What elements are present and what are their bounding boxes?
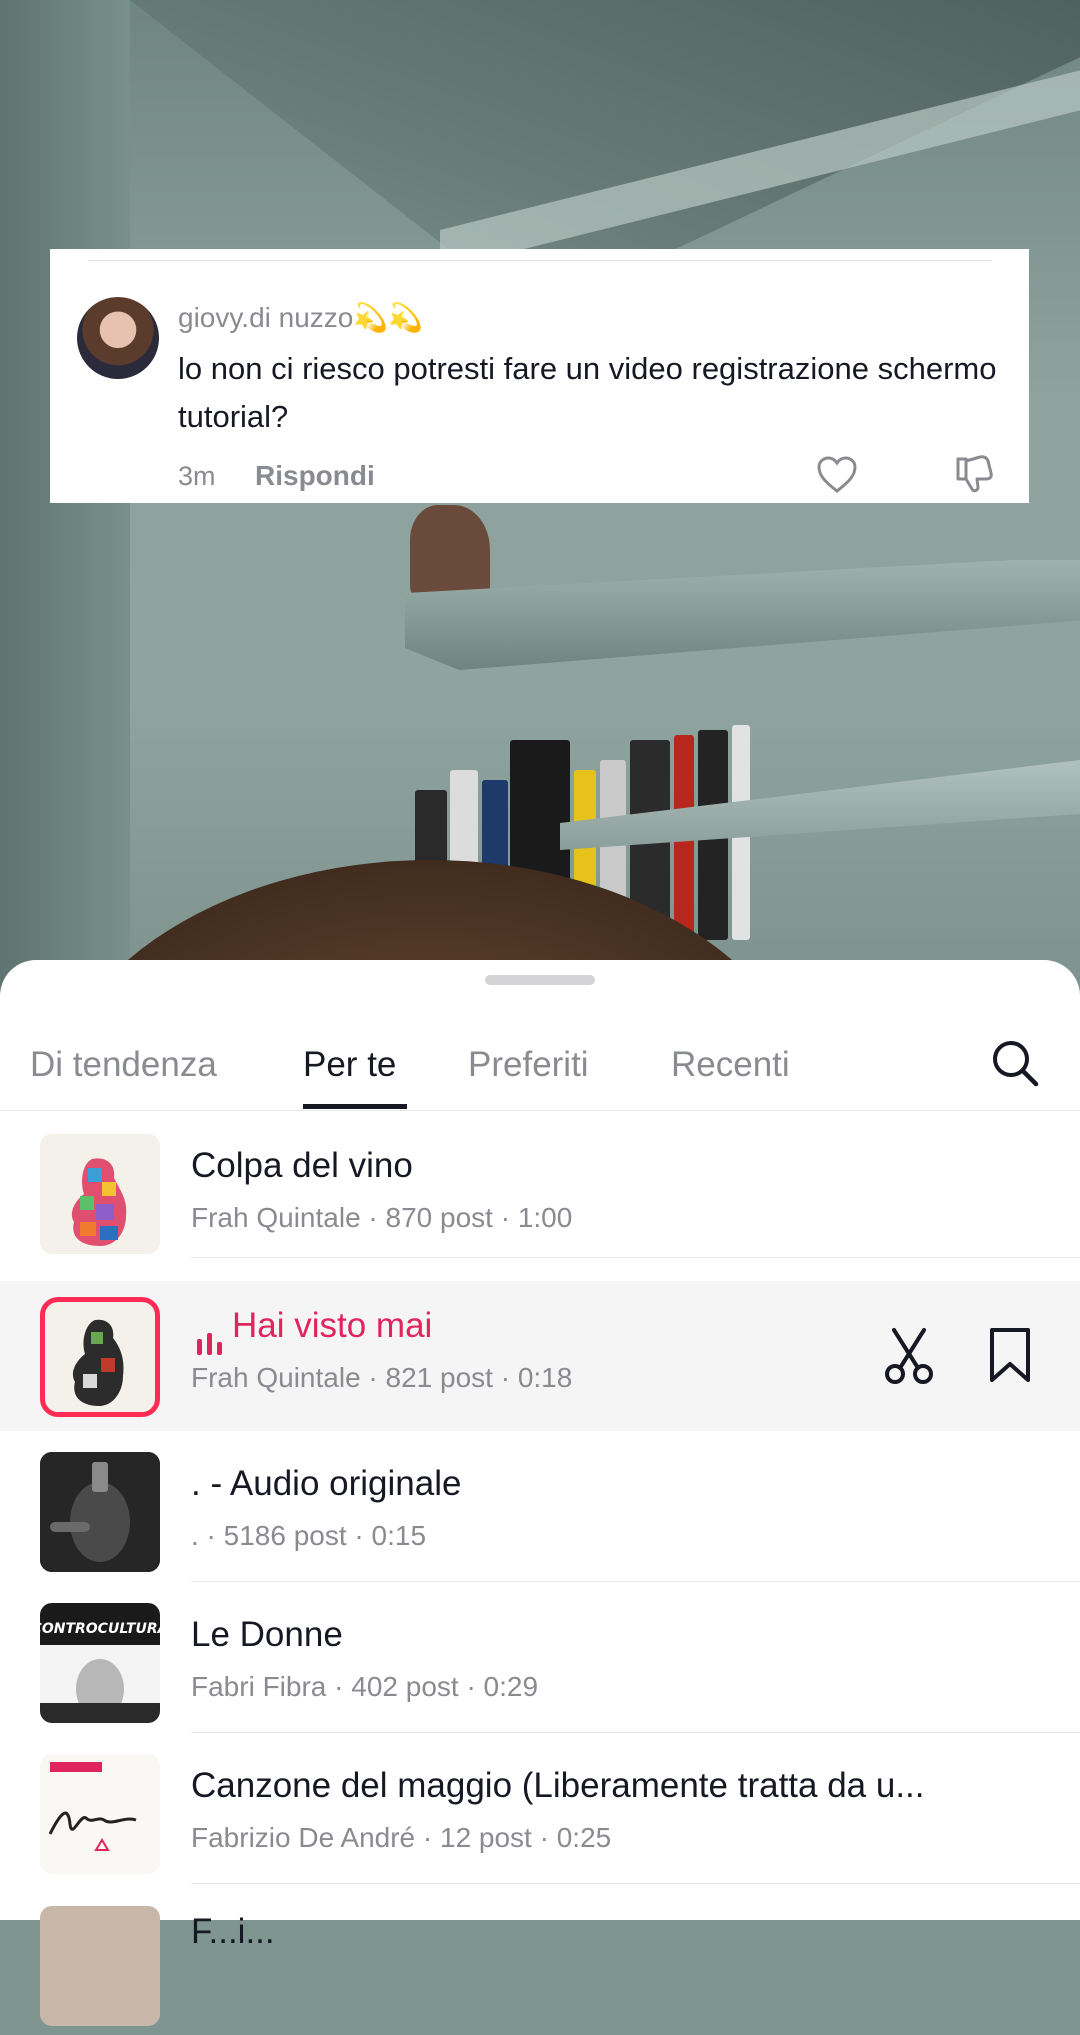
song-meta: Frah Quintale · 870 post · 1:00 bbox=[191, 1202, 573, 1233]
song-title: Colpa del vino bbox=[191, 1146, 413, 1185]
svg-text:CONTROCULTURA: CONTROCULTURA bbox=[40, 1621, 160, 1637]
list-item[interactable]: . - Audio originale . · 5186 post · 0:15 bbox=[0, 1431, 1080, 1582]
tab-preferiti[interactable]: Preferiti bbox=[468, 1045, 589, 1085]
song-title: F...i... bbox=[191, 1912, 275, 1951]
list-item[interactable]: Colpa del vino Frah Quintale · 870 post … bbox=[0, 1107, 1080, 1258]
song-cover bbox=[40, 1297, 160, 1417]
comment-text: lo non ci riesco potresti fare un video … bbox=[178, 351, 997, 434]
bookmark-icon[interactable] bbox=[988, 1326, 1032, 1384]
song-title: Le Donne bbox=[191, 1615, 343, 1654]
song-cover bbox=[40, 1134, 160, 1254]
song-cover bbox=[40, 1754, 160, 1874]
search-icon[interactable] bbox=[990, 1038, 1040, 1088]
song-cover bbox=[40, 1906, 160, 2026]
comment-username[interactable]: giovy.di nuzzo💫💫 bbox=[178, 301, 423, 334]
sheet-grabber[interactable] bbox=[485, 975, 595, 985]
like-heart-icon[interactable] bbox=[816, 455, 858, 495]
song-cover: CONTROCULTURA bbox=[40, 1603, 160, 1723]
list-item-playing[interactable]: Hai visto mai Frah Quintale · 821 post ·… bbox=[0, 1281, 1080, 1431]
avatar[interactable] bbox=[77, 297, 159, 379]
song-title: Canzone del maggio (Liberamente tratta d… bbox=[191, 1766, 925, 1805]
divider bbox=[88, 260, 992, 261]
shelf bbox=[405, 560, 1080, 670]
tab-recenti[interactable]: Recenti bbox=[671, 1045, 790, 1085]
tab-di-tendenza[interactable]: Di tendenza bbox=[30, 1045, 217, 1085]
tab-per-te[interactable]: Per te bbox=[303, 1045, 396, 1085]
song-title: Hai visto mai bbox=[232, 1306, 433, 1345]
song-title: . - Audio originale bbox=[191, 1464, 462, 1503]
tab-bar: Di tendenza Per te Preferiti Recenti bbox=[0, 1030, 1080, 1110]
comment-timestamp: 3m bbox=[178, 461, 216, 491]
song-cover bbox=[40, 1452, 160, 1572]
song-meta: Fabrizio De André · 12 post · 0:25 bbox=[191, 1822, 612, 1853]
list-item[interactable]: Canzone del maggio (Liberamente tratta d… bbox=[0, 1733, 1080, 1884]
divider bbox=[191, 1257, 1080, 1258]
song-meta: Fabri Fibra · 402 post · 0:29 bbox=[191, 1671, 539, 1702]
dislike-icon[interactable] bbox=[952, 453, 994, 495]
playing-equalizer-icon bbox=[197, 1333, 222, 1355]
reply-button[interactable]: Rispondi bbox=[255, 460, 375, 492]
song-meta: Frah Quintale · 821 post · 0:18 bbox=[191, 1362, 573, 1393]
song-meta: . · 5186 post · 0:15 bbox=[191, 1520, 427, 1551]
list-item[interactable]: CONTROCULTURA Le Donne Fabri Fibra · 402… bbox=[0, 1582, 1080, 1733]
scissors-icon[interactable] bbox=[880, 1326, 938, 1384]
list-item[interactable]: F...i... bbox=[0, 1884, 1080, 2035]
comment-card: giovy.di nuzzo💫💫 lo non ci riesco potres… bbox=[50, 249, 1029, 503]
